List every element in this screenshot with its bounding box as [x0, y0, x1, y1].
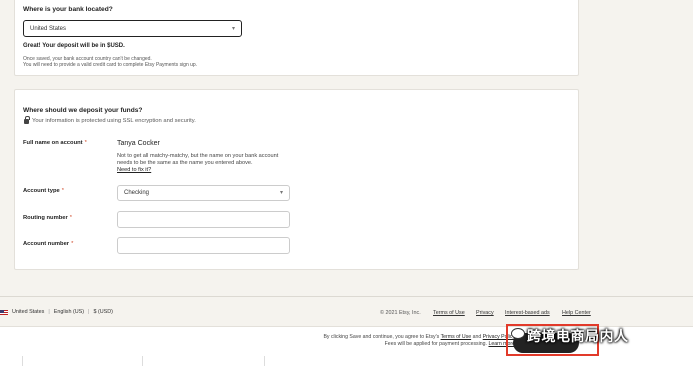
country-note-line2: You will need to provide a valid credit …	[23, 62, 198, 68]
terms-link[interactable]: Terms of Use	[441, 334, 472, 340]
security-note-text: Your information is protected using SSL …	[32, 118, 196, 124]
full-name-label-text: Full name on account	[23, 140, 83, 146]
footer-link-help-center[interactable]: Help Center	[562, 310, 591, 316]
required-marker: *	[61, 188, 64, 194]
account-type-select[interactable]: Checking ▾	[117, 185, 290, 201]
bank-country-select[interactable]: United States ▾	[23, 20, 242, 37]
chevron-down-icon: ▾	[279, 190, 283, 196]
footer-divider	[0, 296, 693, 297]
routing-number-label: Routing number *	[23, 215, 72, 221]
footer-link-terms[interactable]: Terms of Use	[433, 310, 465, 316]
required-marker: *	[84, 140, 87, 146]
required-marker: *	[69, 215, 73, 221]
required-marker: *	[71, 241, 74, 247]
currency-text: $ (USD)	[93, 309, 113, 315]
account-type-label: Account type *	[23, 188, 64, 194]
footer-link-privacy[interactable]: Privacy	[476, 310, 494, 316]
locale-settings[interactable]: United States | English (US) | $ (USD)	[0, 309, 113, 315]
column-divider	[22, 356, 23, 366]
account-type-value: Checking	[124, 190, 150, 196]
agreement-line2: Fees will be applied for payment process…	[384, 341, 488, 347]
lock-icon	[24, 115, 30, 124]
footer-link-interest-ads[interactable]: Interest-based ads	[505, 310, 550, 316]
name-warning: Not to get all matchy-matchy, but the na…	[117, 153, 279, 166]
routing-number-input[interactable]	[117, 211, 290, 228]
column-divider	[142, 356, 143, 366]
account-number-label-text: Account number	[23, 241, 70, 247]
account-type-label-text: Account type	[23, 188, 60, 194]
agreement-and: and	[472, 334, 482, 340]
language-text: English (US)	[53, 309, 85, 315]
us-flag-icon	[0, 309, 8, 315]
routing-number-label-text: Routing number	[23, 215, 68, 221]
security-note: Your information is protected using SSL …	[24, 115, 196, 124]
full-name-value: Tanya Cocker	[117, 140, 160, 147]
region-text: United States	[12, 309, 45, 315]
deposit-details-card: Where should we deposit your funds? Your…	[14, 89, 579, 270]
full-name-label: Full name on account *	[23, 140, 87, 146]
deposit-question: Where should we deposit your funds?	[23, 107, 143, 114]
separator: |	[88, 309, 90, 315]
agreement-text: By clicking Save and continue, you agree…	[310, 334, 515, 348]
fix-name-link[interactable]: Need to fix it?	[117, 167, 151, 173]
bank-location-question: Where is your bank located?	[23, 6, 113, 13]
account-number-label: Account number *	[23, 241, 73, 247]
chevron-down-icon: ▾	[231, 26, 235, 32]
bank-country-value: United States	[30, 26, 67, 32]
agreement-line1: By clicking Save and continue, you agree…	[323, 334, 440, 340]
deposit-currency-message: Great! Your deposit will be in $USD.	[23, 43, 125, 49]
wechat-logo-icon	[511, 328, 525, 339]
separator: |	[48, 309, 50, 315]
bank-location-card: Where is your bank located? United State…	[14, 0, 579, 76]
column-divider	[264, 356, 265, 366]
account-number-input[interactable]	[117, 237, 290, 254]
watermark-text: 跨境电商局内人	[527, 329, 629, 345]
copyright: © 2021 Etsy, Inc.	[380, 310, 421, 316]
